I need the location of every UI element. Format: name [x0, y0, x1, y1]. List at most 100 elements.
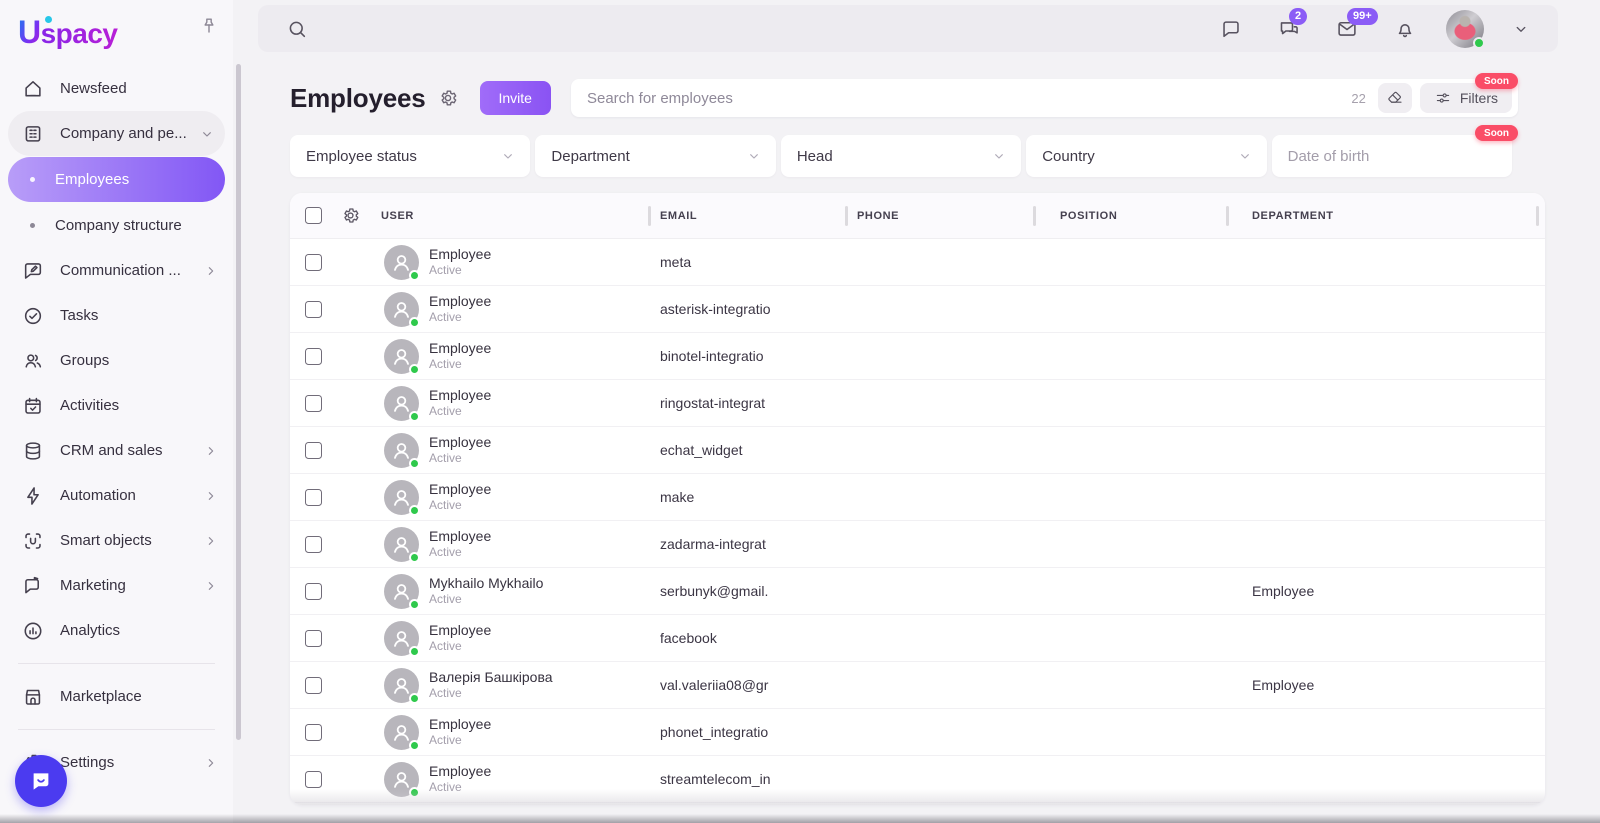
sidebar-item-employees[interactable]: Employees — [8, 157, 225, 202]
online-status-dot — [409, 693, 420, 704]
sidebar-item-company-and-pe[interactable]: Company and pe... — [8, 111, 225, 156]
employee-email: make — [648, 489, 845, 505]
table-row[interactable]: Employee Active facebook — [290, 615, 1545, 662]
employee-email: ringostat-integrat — [648, 395, 845, 411]
home-icon — [22, 78, 44, 100]
chats-icon[interactable]: 2 — [1278, 18, 1300, 40]
table-row[interactable]: Mykhailo Mykhailo Active serbunyk@gmail.… — [290, 568, 1545, 615]
employee-email: zadarma-integrat — [648, 536, 845, 552]
online-status-dot — [409, 364, 420, 375]
filter-date-of-birth[interactable]: Date of birth Soon — [1272, 135, 1512, 177]
pin-sidebar-icon[interactable] — [199, 16, 219, 36]
row-checkbox[interactable] — [305, 348, 322, 365]
sidebar-item-automation[interactable]: Automation — [0, 473, 233, 518]
chevron-right-icon — [203, 488, 219, 504]
select-all-checkbox[interactable] — [305, 207, 322, 224]
table-row[interactable]: Employee Active streamtelecom_in — [290, 756, 1545, 803]
online-status-dot — [409, 505, 420, 516]
activities-icon — [22, 395, 44, 417]
row-checkbox[interactable] — [305, 583, 322, 600]
filter-head[interactable]: Head — [781, 135, 1021, 177]
sliders-icon — [1434, 89, 1452, 107]
avatar — [384, 480, 419, 515]
row-checkbox[interactable] — [305, 536, 322, 553]
tasks-icon — [22, 305, 44, 327]
chevron-right-icon — [203, 755, 219, 771]
sidebar-item-smart-objects[interactable]: Smart objects — [0, 518, 233, 563]
column-label-phone: PHONE — [857, 210, 899, 222]
employee-name: Employee — [429, 481, 491, 498]
online-status-dot — [409, 599, 420, 610]
table-row[interactable]: Employee Active binotel-integratio — [290, 333, 1545, 380]
online-status-dot — [1473, 37, 1485, 49]
avatar — [384, 527, 419, 562]
row-checkbox[interactable] — [305, 395, 322, 412]
header-email: EMAIL — [648, 193, 845, 238]
row-checkbox[interactable] — [305, 771, 322, 788]
filter-row: Employee status Department Head Country … — [290, 135, 1512, 177]
support-chat-button[interactable] — [15, 755, 67, 807]
filter-country[interactable]: Country — [1026, 135, 1266, 177]
row-checkbox[interactable] — [305, 489, 322, 506]
sidebar-item-marketing[interactable]: Marketing — [0, 563, 233, 608]
smart-icon — [22, 530, 44, 552]
uspacy-logo[interactable]: Uspacy — [18, 14, 118, 51]
table-row[interactable]: Employee Active meta — [290, 239, 1545, 286]
row-checkbox[interactable] — [305, 254, 322, 271]
sidebar-item-marketplace[interactable]: Marketplace — [0, 674, 233, 719]
sidebar-item-communication[interactable]: Communication ... — [0, 248, 233, 293]
row-checkbox[interactable] — [305, 677, 322, 694]
row-checkbox[interactable] — [305, 724, 322, 741]
header-phone: PHONE — [845, 193, 1033, 238]
bullet-dot-icon — [30, 177, 35, 182]
employee-status: Active — [429, 639, 491, 654]
filter-employee-status[interactable]: Employee status — [290, 135, 530, 177]
eraser-icon — [1386, 89, 1404, 107]
online-status-dot — [409, 740, 420, 751]
table-row[interactable]: Employee Active zadarma-integrat — [290, 521, 1545, 568]
page-header: Employees Invite 22 Filters Soon — [290, 78, 1545, 118]
chevron-right-icon — [203, 443, 219, 459]
employee-status: Active — [429, 545, 491, 560]
user-avatar[interactable] — [1446, 10, 1484, 48]
filter-department[interactable]: Department — [535, 135, 775, 177]
employee-status: Active — [429, 404, 491, 419]
table-settings-gear-icon[interactable] — [341, 206, 360, 225]
main-area: 2 99+ Employees Invite 22 Filters Soon — [243, 0, 1600, 823]
sidebar-item-newsfeed[interactable]: Newsfeed — [0, 66, 233, 111]
feedback-message-icon[interactable] — [1220, 18, 1242, 40]
employee-status: Active — [429, 592, 543, 607]
employee-search-input[interactable] — [587, 90, 1351, 107]
page-settings-gear-icon[interactable] — [438, 88, 458, 108]
column-label-email: EMAIL — [660, 210, 697, 222]
table-row[interactable]: Валерія Башкірова Active val.valeriia08@… — [290, 662, 1545, 709]
table-row[interactable]: Employee Active ringostat-integrat — [290, 380, 1545, 427]
employee-status: Active — [429, 498, 491, 513]
row-checkbox[interactable] — [305, 301, 322, 318]
sidebar-item-activities[interactable]: Activities — [0, 383, 233, 428]
invite-button[interactable]: Invite — [480, 81, 551, 115]
employee-status: Active — [429, 780, 491, 795]
sidebar-item-tasks[interactable]: Tasks — [0, 293, 233, 338]
notifications-bell-icon[interactable] — [1394, 18, 1416, 40]
sidebar-item-analytics[interactable]: Analytics — [0, 608, 233, 653]
global-search-icon[interactable] — [286, 18, 308, 40]
row-checkbox[interactable] — [305, 442, 322, 459]
avatar — [384, 245, 419, 280]
table-row[interactable]: Employee Active echat_widget — [290, 427, 1545, 474]
sidebar-item-company-structure[interactable]: Company structure — [0, 203, 233, 248]
table-row[interactable]: Employee Active make — [290, 474, 1545, 521]
employee-email: asterisk-integratio — [648, 301, 845, 317]
table-row[interactable]: Employee Active phonet_integratio — [290, 709, 1545, 756]
soon-badge: Soon — [1475, 73, 1518, 89]
profile-chevron-down-icon[interactable] — [1512, 20, 1530, 38]
sidebar-scrollbar[interactable] — [236, 64, 241, 740]
clear-search-button[interactable] — [1378, 83, 1412, 113]
sidebar-item-crm-and-sales[interactable]: CRM and sales — [0, 428, 233, 473]
sidebar-item-groups[interactable]: Groups — [0, 338, 233, 383]
employee-email: streamtelecom_in — [648, 771, 845, 787]
mail-icon[interactable]: 99+ — [1336, 18, 1358, 40]
table-row[interactable]: Employee Active asterisk-integratio — [290, 286, 1545, 333]
filters-button[interactable]: Filters Soon — [1420, 83, 1512, 113]
row-checkbox[interactable] — [305, 630, 322, 647]
